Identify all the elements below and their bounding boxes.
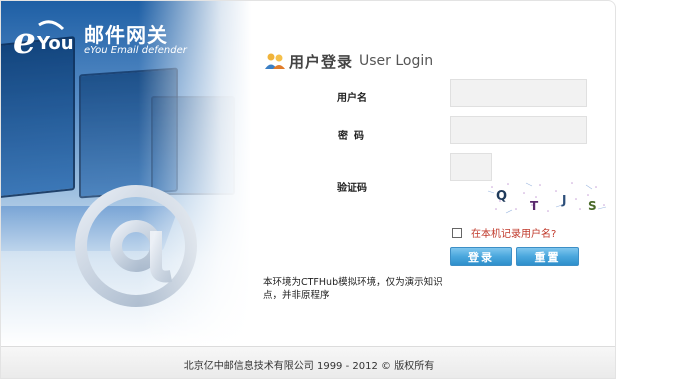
captcha-char: J	[561, 193, 566, 207]
password-input[interactable]	[450, 116, 587, 144]
captcha-char: S	[588, 199, 597, 213]
svg-text:e: e	[13, 20, 36, 59]
captcha-char: Q	[496, 189, 507, 204]
copyright-text: 北京亿中邮信息技术有限公司 1999 - 2012 © 版权所有	[183, 360, 435, 372]
eyou-logo-icon: e You	[13, 20, 74, 59]
remember-username[interactable]: 在本机记录用户名?	[452, 225, 556, 240]
svg-text:You: You	[36, 33, 74, 54]
reset-button[interactable]: 重置	[516, 247, 579, 266]
login-title-cn: 用户登录	[289, 52, 354, 71]
login-title-en: User Login	[359, 53, 434, 69]
brand-name-en: eYou Email defender	[84, 45, 187, 56]
login-panel: e You 邮件网关 eYou Email defender 用户登录 User…	[0, 0, 616, 379]
remember-checkbox[interactable]	[452, 227, 462, 238]
username-input[interactable]	[450, 79, 587, 107]
login-title: 用户登录 User Login	[265, 51, 433, 71]
footer: 北京亿中邮信息技术有限公司 1999 - 2012 © 版权所有	[1, 346, 615, 378]
captcha-char: T	[530, 199, 539, 213]
captcha-input[interactable]	[450, 153, 492, 181]
environment-notice: 本环境为CTFHub模拟环境，仅为演示知识点，并非原程序	[263, 277, 443, 301]
login-button[interactable]: 登录	[450, 247, 512, 266]
brand-name-cn: 邮件网关	[84, 23, 168, 47]
captcha-image[interactable]: Q T J S	[486, 179, 611, 215]
users-icon	[265, 53, 285, 69]
hero-image: e You 邮件网关 eYou Email defender	[1, 1, 251, 346]
password-label: 密码	[338, 131, 370, 142]
username-label: 用户名	[337, 93, 367, 104]
remember-label[interactable]: 在本机记录用户名?	[471, 225, 556, 240]
captcha-label: 验证码	[337, 183, 367, 194]
